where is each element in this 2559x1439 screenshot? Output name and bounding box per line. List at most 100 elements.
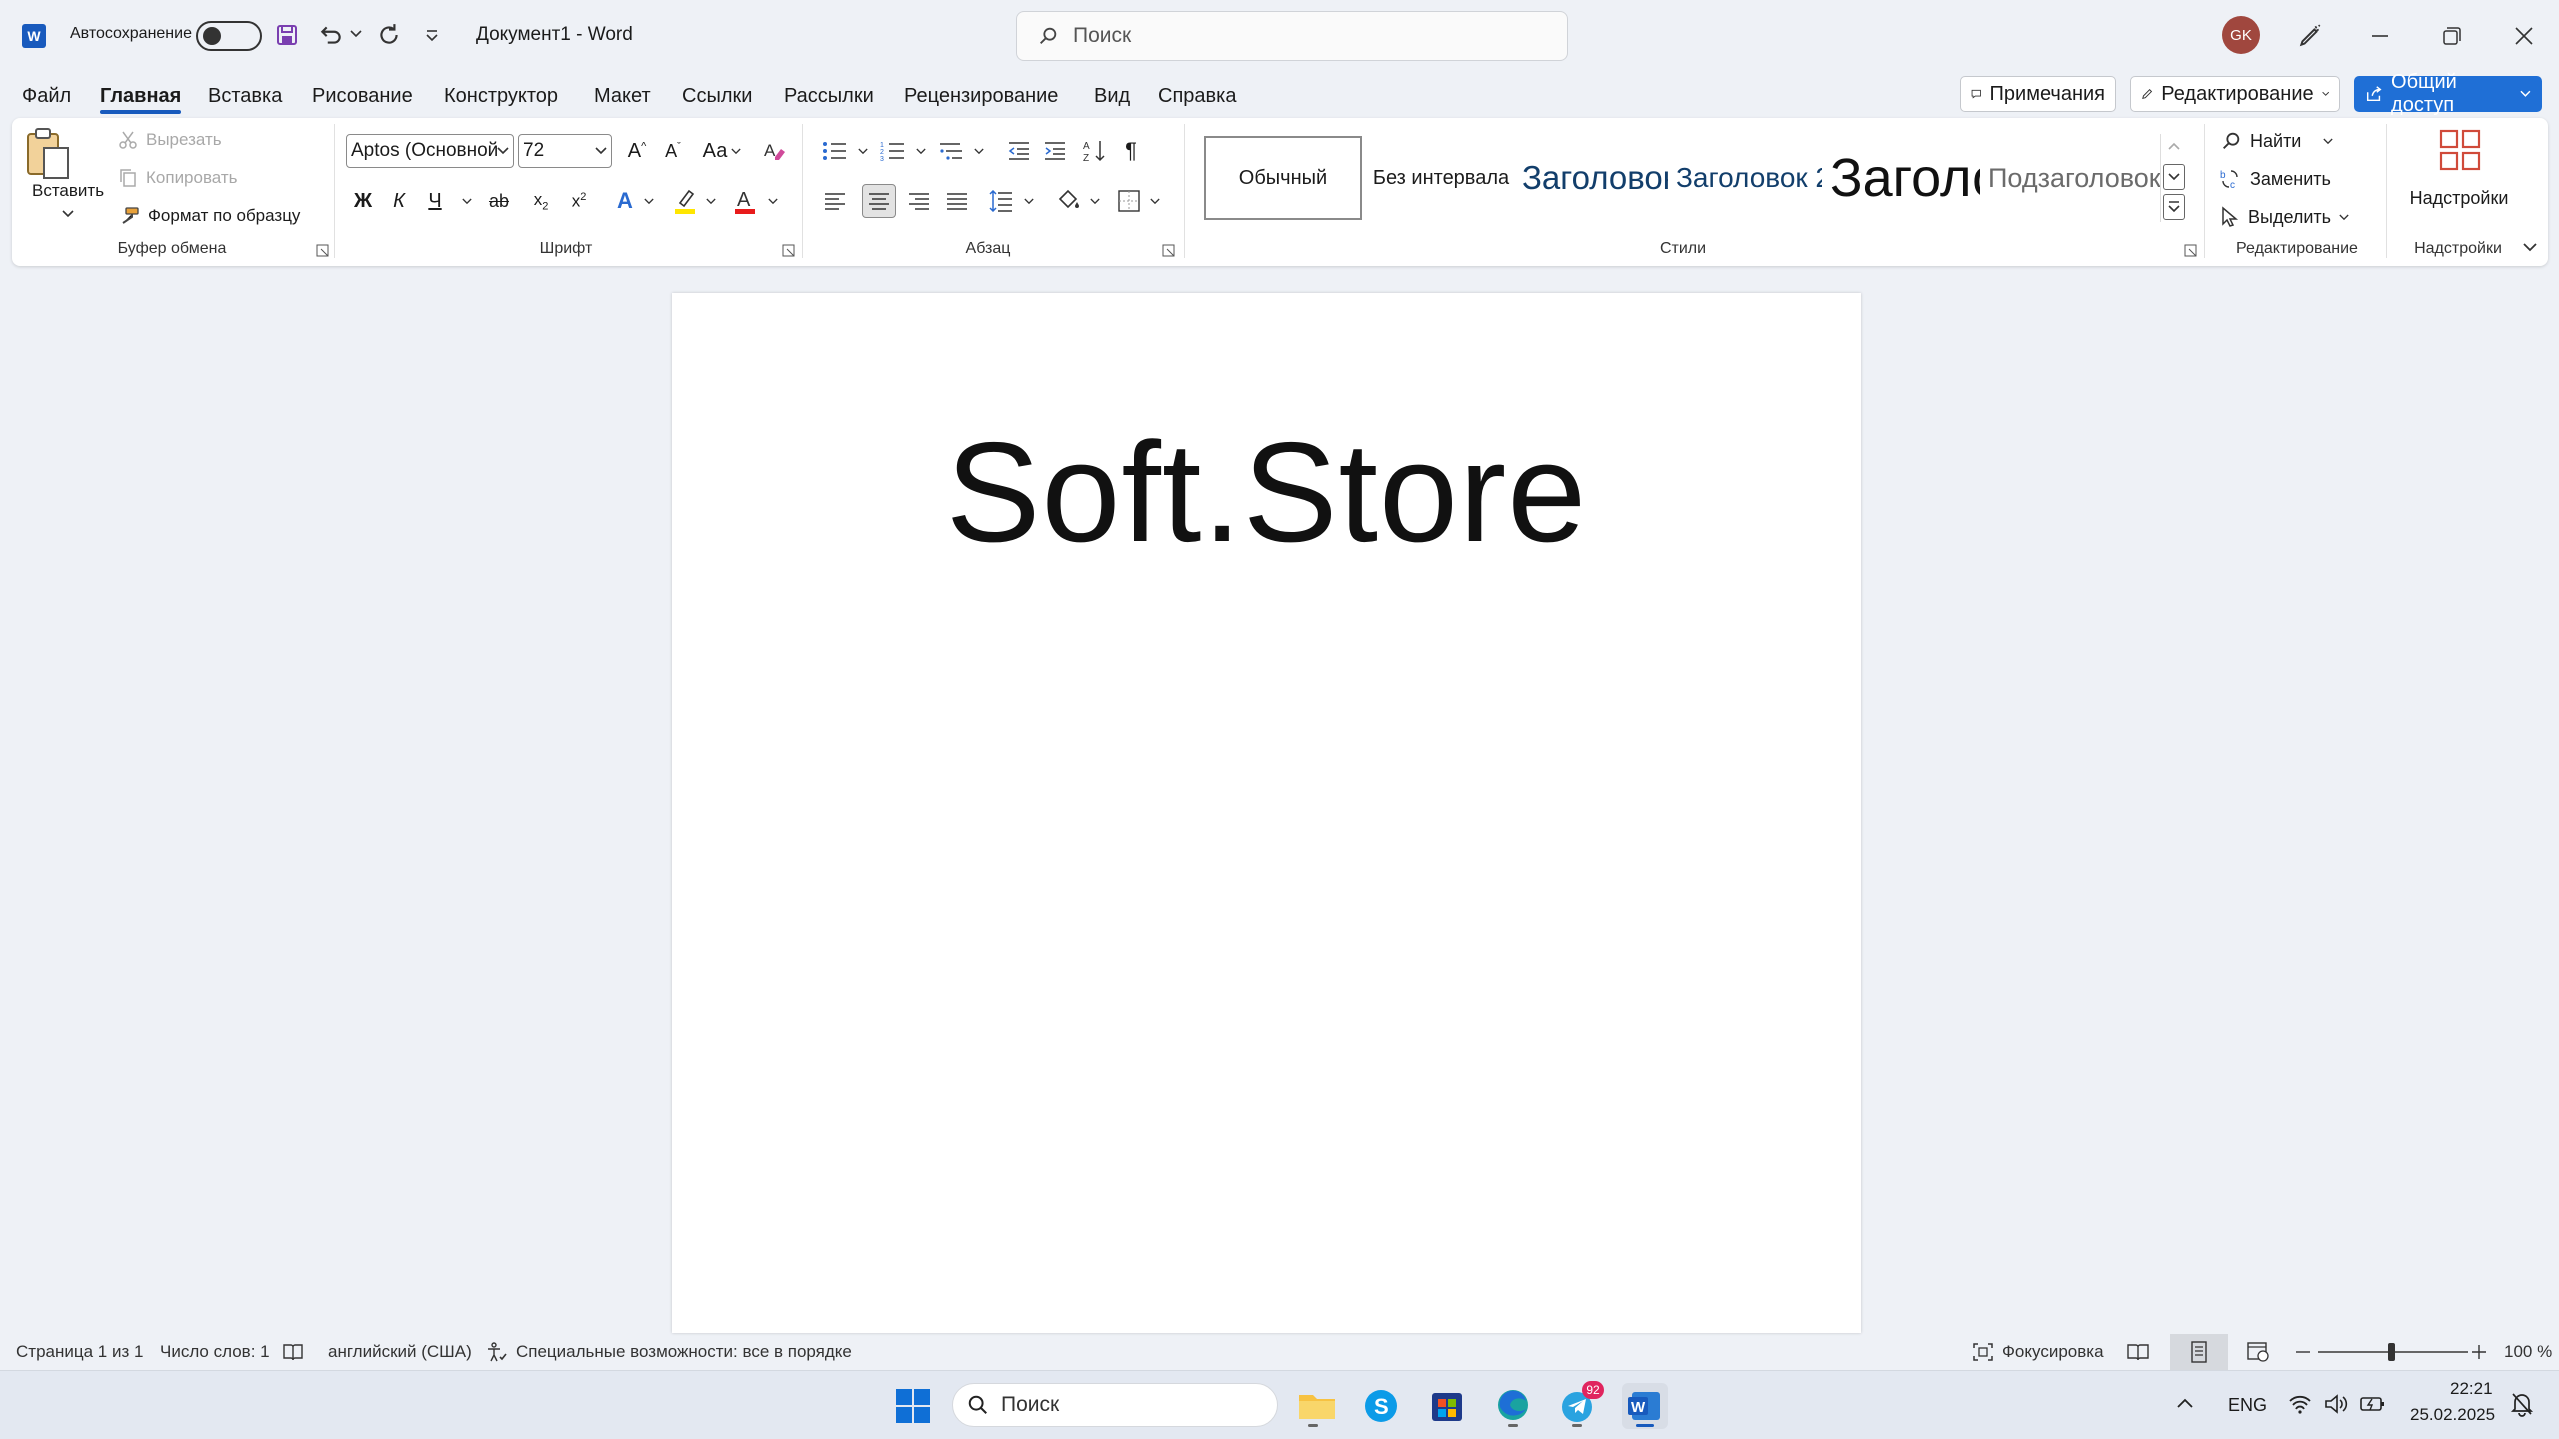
zoom-slider-thumb[interactable] (2388, 1343, 2395, 1361)
input-language[interactable]: ENG (2228, 1395, 2267, 1416)
shading-chevron-icon[interactable] (1090, 198, 1100, 205)
store-icon[interactable] (1424, 1383, 1470, 1429)
superscript-button[interactable]: x2 (562, 184, 596, 218)
replace-button[interactable]: bc Заменить (2220, 168, 2331, 191)
word-count[interactable]: Число слов: 1 (160, 1334, 270, 1370)
style-title[interactable]: Заголовок (1830, 136, 1980, 220)
clock-time[interactable]: 22:21 (2450, 1379, 2493, 1399)
close-icon[interactable] (2504, 20, 2544, 52)
minimize-icon[interactable] (2360, 20, 2400, 52)
italic-button[interactable]: К (382, 184, 416, 218)
editing-mode-button[interactable]: Редактирование (2130, 76, 2340, 112)
cut-button[interactable]: Вырезать (118, 130, 222, 150)
tab-draw[interactable]: Рисование (312, 76, 413, 116)
paste-label[interactable]: Вставить (32, 181, 104, 201)
font-launcher-icon[interactable] (782, 244, 796, 258)
paste-chevron-icon[interactable] (62, 210, 74, 218)
font-color-chevron-icon[interactable] (768, 198, 778, 205)
bullets-chevron-icon[interactable] (858, 148, 868, 155)
skype-icon[interactable]: S (1358, 1383, 1404, 1429)
word-taskbar-icon[interactable]: W (1622, 1383, 1668, 1429)
battery-icon[interactable] (2360, 1394, 2386, 1414)
proofing-button[interactable] (282, 1334, 304, 1370)
tab-file[interactable]: Файл (22, 76, 71, 116)
find-button[interactable]: Найти (2220, 130, 2334, 152)
font-name-select[interactable]: Aptos (Основной (346, 134, 514, 168)
format-painter-button[interactable]: Формат по образцу (118, 206, 300, 226)
paste-icon[interactable] (22, 126, 74, 186)
justify-button[interactable] (940, 184, 974, 218)
volume-icon[interactable] (2324, 1393, 2350, 1415)
clock-date[interactable]: 25.02.2025 (2410, 1405, 2495, 1425)
restore-icon[interactable] (2432, 20, 2472, 52)
designer-pen-icon[interactable] (2294, 20, 2326, 52)
clear-formatting-button[interactable]: A (758, 134, 792, 168)
multilevel-list-button[interactable] (934, 134, 968, 168)
accessibility-button[interactable]: Специальные возможности: все в порядке (486, 1334, 852, 1370)
avatar[interactable]: GK (2222, 16, 2260, 54)
align-center-button[interactable] (862, 184, 896, 218)
zoom-in-button[interactable] (2472, 1334, 2486, 1370)
highlight-button[interactable] (668, 184, 702, 218)
line-spacing-button[interactable] (984, 184, 1018, 218)
styles-launcher-icon[interactable] (2184, 244, 2198, 258)
copy-button[interactable]: Копировать (118, 168, 238, 188)
tab-insert[interactable]: Вставка (208, 76, 282, 116)
notification-bell-icon[interactable] (2510, 1391, 2534, 1417)
font-size-select[interactable]: 72 (518, 134, 612, 168)
borders-chevron-icon[interactable] (1150, 198, 1160, 205)
tab-layout[interactable]: Макет (594, 76, 651, 116)
taskbar-search[interactable]: Поиск (952, 1383, 1278, 1427)
show-marks-button[interactable]: ¶ (1114, 134, 1148, 168)
tab-view[interactable]: Вид (1094, 76, 1130, 116)
shading-button[interactable] (1052, 184, 1086, 218)
zoom-out-button[interactable] (2296, 1334, 2310, 1370)
align-right-button[interactable] (902, 184, 936, 218)
tab-help[interactable]: Справка (1158, 76, 1236, 116)
search-box[interactable]: Поиск (1016, 11, 1568, 61)
tab-mailings[interactable]: Рассылки (784, 76, 874, 116)
sort-button[interactable]: AZ (1078, 134, 1112, 168)
shrink-font-button[interactable]: Aˇ (656, 134, 690, 168)
style-normal[interactable]: Обычный (1204, 136, 1362, 220)
grow-font-button[interactable]: A^ (620, 134, 654, 168)
underline-button[interactable]: Ч (418, 184, 452, 218)
strikethrough-button[interactable]: ab (482, 184, 516, 218)
autosave-toggle[interactable] (196, 21, 262, 51)
numbering-button[interactable]: 123 (876, 134, 910, 168)
customize-qat-icon[interactable] (420, 24, 444, 48)
multilevel-chevron-icon[interactable] (974, 148, 984, 155)
document-page[interactable]: Soft.Store (672, 293, 1861, 1333)
text-effects-button[interactable]: A (608, 184, 642, 218)
tab-home[interactable]: Главная (100, 76, 182, 116)
read-mode-button[interactable] (2126, 1334, 2150, 1370)
zoom-level[interactable]: 100 % (2504, 1334, 2552, 1370)
select-button[interactable]: Выделить (2220, 206, 2349, 228)
edge-icon[interactable] (1490, 1383, 1536, 1429)
focus-button[interactable]: Фокусировка (1972, 1334, 2104, 1370)
redo-icon[interactable] (374, 20, 404, 50)
increase-indent-button[interactable] (1038, 134, 1072, 168)
web-layout-button[interactable] (2246, 1334, 2270, 1370)
language-indicator[interactable]: английский (США) (328, 1334, 472, 1370)
undo-dropdown-icon[interactable] (348, 26, 364, 42)
addins-button[interactable]: Надстройки (2404, 128, 2514, 228)
comments-button[interactable]: Примечания (1960, 76, 2116, 112)
style-subtitle[interactable]: Подзаголовок (1988, 136, 2182, 220)
save-icon[interactable] (272, 20, 302, 50)
tab-references[interactable]: Ссылки (682, 76, 752, 116)
text-effects-chevron-icon[interactable] (644, 198, 654, 205)
clipboard-launcher-icon[interactable] (316, 244, 330, 258)
telegram-icon[interactable]: 92 (1556, 1381, 1604, 1429)
tab-review[interactable]: Рецензирование (904, 76, 1058, 116)
undo-icon[interactable] (316, 20, 346, 50)
scroll-up-icon[interactable] (2168, 142, 2180, 150)
document-text[interactable]: Soft.Store (672, 411, 1861, 575)
share-button[interactable]: Общий доступ (2354, 71, 2542, 116)
highlight-chevron-icon[interactable] (706, 198, 716, 205)
file-explorer-icon[interactable] (1294, 1383, 1340, 1429)
scroll-down-button[interactable] (2163, 164, 2185, 190)
style-heading-2[interactable]: Заголовок 2 (1676, 136, 1822, 220)
numbering-chevron-icon[interactable] (916, 148, 926, 155)
underline-chevron-icon[interactable] (462, 198, 472, 205)
